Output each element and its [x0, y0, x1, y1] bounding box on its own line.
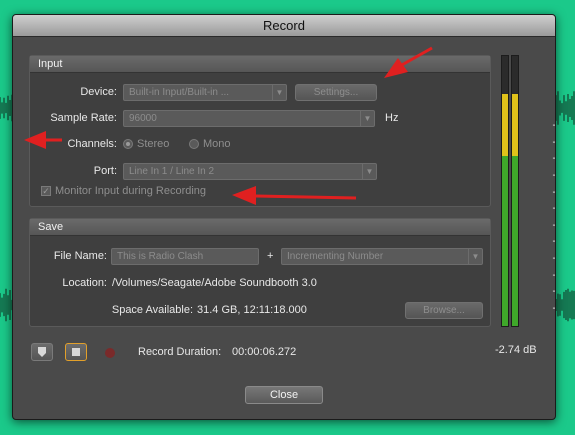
suffix-select[interactable]: Incrementing Number ▼ — [281, 248, 483, 265]
meter-right-channel — [511, 55, 519, 327]
meter-tick-label: -30 — [552, 219, 556, 231]
meter-tick-label: -42 — [552, 286, 556, 298]
record-duration-value: 00:00:06.272 — [232, 346, 297, 358]
file-name-input[interactable]: This is Radio Clash — [111, 248, 259, 265]
monitor-checkbox-label: Monitor Input during Recording — [55, 185, 207, 197]
mono-radio[interactable] — [189, 139, 199, 149]
location-label: Location: — [62, 277, 107, 289]
port-value: Line In 1 / Line In 2 — [129, 166, 215, 177]
meter-tick-label: -27 — [552, 203, 556, 215]
save-section-title: Save — [30, 219, 490, 236]
chevron-down-icon: ▼ — [360, 111, 374, 126]
meter-tick-label: -45 — [552, 302, 556, 314]
port-label: Port: — [93, 165, 117, 177]
record-button[interactable] — [103, 346, 117, 360]
monitor-checkbox[interactable]: ✓ — [41, 186, 51, 196]
dialog-title: Record — [13, 15, 555, 37]
settings-button[interactable]: Settings... — [295, 84, 377, 101]
space-value: 31.4 GB, 12:11:18.000 — [197, 304, 307, 316]
meter-left-channel — [501, 55, 509, 327]
chevron-down-icon: ▼ — [468, 249, 482, 264]
stop-icon — [72, 348, 80, 356]
meter-level-readout: -2.74 dB — [495, 344, 537, 356]
stereo-radio-label: Stereo — [137, 138, 170, 150]
input-section-title: Input — [30, 56, 490, 73]
file-name-value: This is Radio Clash — [117, 251, 204, 262]
location-value: /Volumes/Seagate/Adobe Soundbooth 3.0 — [112, 277, 317, 289]
close-button[interactable]: Close — [245, 386, 323, 404]
meter-tick-label: -36 — [552, 253, 556, 264]
browse-button[interactable]: Browse... — [405, 302, 483, 319]
meter-tick-label: -39 — [552, 269, 556, 281]
meter-tick-label: -24 — [552, 186, 556, 198]
chevron-down-icon: ▼ — [272, 85, 286, 100]
suffix-value: Incrementing Number — [287, 251, 384, 262]
meter-right-peak — [512, 94, 518, 156]
file-name-label: File Name: — [53, 250, 107, 262]
record-dialog: Record Input Device: Built-in Input/Buil… — [12, 14, 556, 420]
sample-rate-label: Sample Rate: — [50, 112, 117, 124]
device-label: Device: — [80, 86, 117, 98]
meter-left-level — [502, 156, 508, 326]
sample-rate-unit: Hz — [385, 112, 399, 124]
stereo-radio[interactable] — [123, 139, 133, 149]
device-select[interactable]: Built-in Input/Built-in ... ▼ — [123, 84, 287, 101]
meter-unit: dB — [555, 59, 556, 70]
space-label: Space Available: — [111, 304, 193, 316]
marker-button[interactable] — [31, 343, 53, 361]
record-icon — [105, 348, 115, 358]
marker-icon — [38, 347, 46, 357]
plus-label: + — [267, 250, 274, 262]
meter-right-level — [512, 156, 518, 326]
meter-left-peak — [502, 94, 508, 156]
meter-tick-label: -15 — [552, 136, 556, 148]
mono-radio-label: Mono — [203, 138, 231, 150]
sample-rate-value: 96000 — [129, 113, 157, 124]
stop-button[interactable] — [65, 343, 87, 361]
meter-tick-label: -12 — [552, 120, 556, 132]
channels-label: Channels: — [67, 138, 117, 150]
chevron-down-icon: ▼ — [362, 164, 376, 179]
sample-rate-select[interactable]: 96000 ▼ — [123, 110, 375, 127]
meter-tick-label: -33 — [552, 236, 556, 248]
device-value: Built-in Input/Built-in ... — [129, 87, 230, 98]
meter-tick-label: -18 — [552, 153, 556, 165]
record-duration-label: Record Duration: — [138, 346, 222, 358]
meter-scale: dB -6-9-12-15-18-21-24-27-30-33-36-39-42… — [543, 15, 556, 335]
port-select[interactable]: Line In 1 / Line In 2 ▼ — [123, 163, 377, 180]
meter-tick-label: -21 — [552, 170, 556, 181]
